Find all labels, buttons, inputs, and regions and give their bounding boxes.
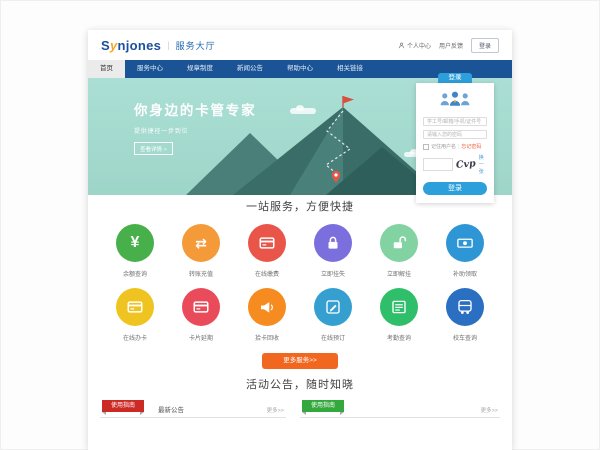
login-submit-button[interactable]: 登录 [423, 182, 487, 195]
user-feedback-link[interactable]: 用户反馈 [439, 41, 463, 50]
captcha-row: Cvp 换一张 [423, 154, 487, 175]
edit-icon [314, 288, 352, 326]
unlock-icon [380, 224, 418, 262]
service-item-9[interactable]: 在线预订 [308, 288, 358, 342]
service-label: 卡片延期 [176, 333, 226, 342]
service-label: 拾卡回收 [242, 333, 292, 342]
person-icon [398, 42, 405, 49]
more-link-right[interactable]: 更多>> [481, 406, 498, 414]
service-label: 补助领取 [440, 269, 490, 278]
username-input[interactable] [423, 117, 487, 126]
password-input[interactable] [423, 130, 487, 139]
service-label: 立即解挂 [374, 269, 424, 278]
announcements-section: 活动公告，随时知晓 使用指南 最新公告 更多>> 使用指南 更多>> [88, 379, 512, 418]
service-label: 在线预订 [308, 333, 358, 342]
service-label: 转账充值 [176, 269, 226, 278]
login-panel: 登录 记住用户名 | 忘记密码 [416, 73, 494, 203]
personal-center-link[interactable]: 个人中心 [398, 41, 431, 50]
transfer-icon: ⇄ [182, 224, 220, 262]
list-icon [380, 288, 418, 326]
services-row-1: ¥ 余额查询 ⇄ 转账充值 在线缴费 立即挂失 立即解挂 补助领取 [88, 224, 512, 278]
site-header: Synjones | 服务大厅 个人中心 用户反馈 登录 [88, 30, 512, 60]
service-item-2[interactable]: 在线缴费 [242, 224, 292, 278]
announcements-right-panel: 使用指南 更多>> [300, 400, 500, 418]
banner-cta-button[interactable]: 查看详情 > [134, 142, 173, 155]
nav-item-0[interactable]: 首页 [88, 60, 125, 78]
captcha-refresh-link[interactable]: 换一张 [479, 154, 487, 175]
service-label: 在线缴费 [242, 269, 292, 278]
header-login-button[interactable]: 登录 [471, 38, 499, 53]
service-item-10[interactable]: 考勤查询 [374, 288, 424, 342]
tab-usage-guide-right[interactable]: 使用指南 [302, 400, 344, 412]
service-item-7[interactable]: 卡片延期 [176, 288, 226, 342]
service-label: 在线办卡 [110, 333, 160, 342]
synjones-logo: Synjones [101, 38, 161, 53]
captcha-image: Cvp [456, 158, 477, 171]
remember-row: 记住用户名 | 忘记密码 [423, 143, 487, 150]
bank-card-icon [248, 224, 286, 262]
bank-card-icon [116, 288, 154, 326]
banknote-icon [446, 224, 484, 262]
service-label: 校车查询 [440, 333, 490, 342]
bank-card-icon [182, 288, 220, 326]
login-form: 记住用户名 | 忘记密码 Cvp 换一张 登录 [416, 83, 494, 203]
logo-divider: | [167, 40, 169, 50]
separator: | [458, 144, 459, 150]
service-item-1[interactable]: ⇄ 转账充值 [176, 224, 226, 278]
users-icon [423, 90, 487, 112]
services-row-2: 在线办卡 卡片延期 拾卡回收 在线预订 考勤查询 校车查询 [88, 288, 512, 342]
announcements-tabs: 使用指南 最新公告 更多>> 使用指南 更多>> [88, 400, 512, 418]
logo-accent: y [110, 38, 118, 53]
hero-banner: 你身边的卡管专家 提供捷径一步到位 查看详情 > 登录 [88, 78, 512, 195]
announcements-title: 活动公告，随时知晓 [88, 379, 512, 392]
nav-item-1[interactable]: 服务中心 [125, 60, 175, 78]
site-title: 服务大厅 [176, 39, 216, 52]
service-label: 立即挂失 [308, 269, 358, 278]
banner-text: 你身边的卡管专家 提供捷径一步到位 查看详情 > [134, 99, 256, 156]
tab-latest-announcements[interactable]: 最新公告 [158, 404, 184, 414]
service-item-4[interactable]: 立即解挂 [374, 224, 424, 278]
banner-headline: 你身边的卡管专家 [134, 99, 256, 119]
nav-item-4[interactable]: 帮助中心 [275, 60, 325, 78]
banner-subtitle: 提供捷径一步到位 [134, 126, 256, 135]
bus-icon [446, 288, 484, 326]
header-links: 个人中心 用户反馈 登录 [398, 38, 499, 53]
captcha-input[interactable] [423, 158, 453, 171]
announcements-left-panel: 使用指南 最新公告 更多>> [100, 400, 286, 418]
personal-center-label: 个人中心 [407, 41, 431, 50]
nav-item-3[interactable]: 新闻公告 [225, 60, 275, 78]
more-services-button[interactable]: 更多服务>> [262, 353, 338, 369]
service-item-8[interactable]: 拾卡回收 [242, 288, 292, 342]
megaphone-icon [248, 288, 286, 326]
yen-icon: ¥ [116, 224, 154, 262]
portal-page: Synjones | 服务大厅 个人中心 用户反馈 登录 首页服务中心规章制度新… [88, 30, 512, 450]
more-link-left[interactable]: 更多>> [267, 406, 284, 414]
service-label: 余额查询 [110, 269, 160, 278]
forgot-password-link[interactable]: 忘记密码 [461, 143, 481, 150]
service-item-0[interactable]: ¥ 余额查询 [110, 224, 160, 278]
services-section: 一站服务，方便快捷 ¥余额查询⇄转账充值在线缴费立即挂失立即解挂补助领取 在线办… [88, 195, 512, 369]
service-item-11[interactable]: 校车查询 [440, 288, 490, 342]
remember-checkbox[interactable] [423, 144, 429, 150]
login-tab[interactable]: 登录 [438, 73, 472, 83]
lock-icon [314, 224, 352, 262]
service-label: 考勤查询 [374, 333, 424, 342]
service-item-5[interactable]: 补助领取 [440, 224, 490, 278]
remember-label: 记住用户名 [431, 143, 456, 150]
service-item-3[interactable]: 立即挂失 [308, 224, 358, 278]
tab-usage-guide-left[interactable]: 使用指南 [102, 400, 144, 412]
nav-item-2[interactable]: 规章制度 [175, 60, 225, 78]
service-item-6[interactable]: 在线办卡 [110, 288, 160, 342]
nav-item-5[interactable]: 相关链接 [325, 60, 375, 78]
